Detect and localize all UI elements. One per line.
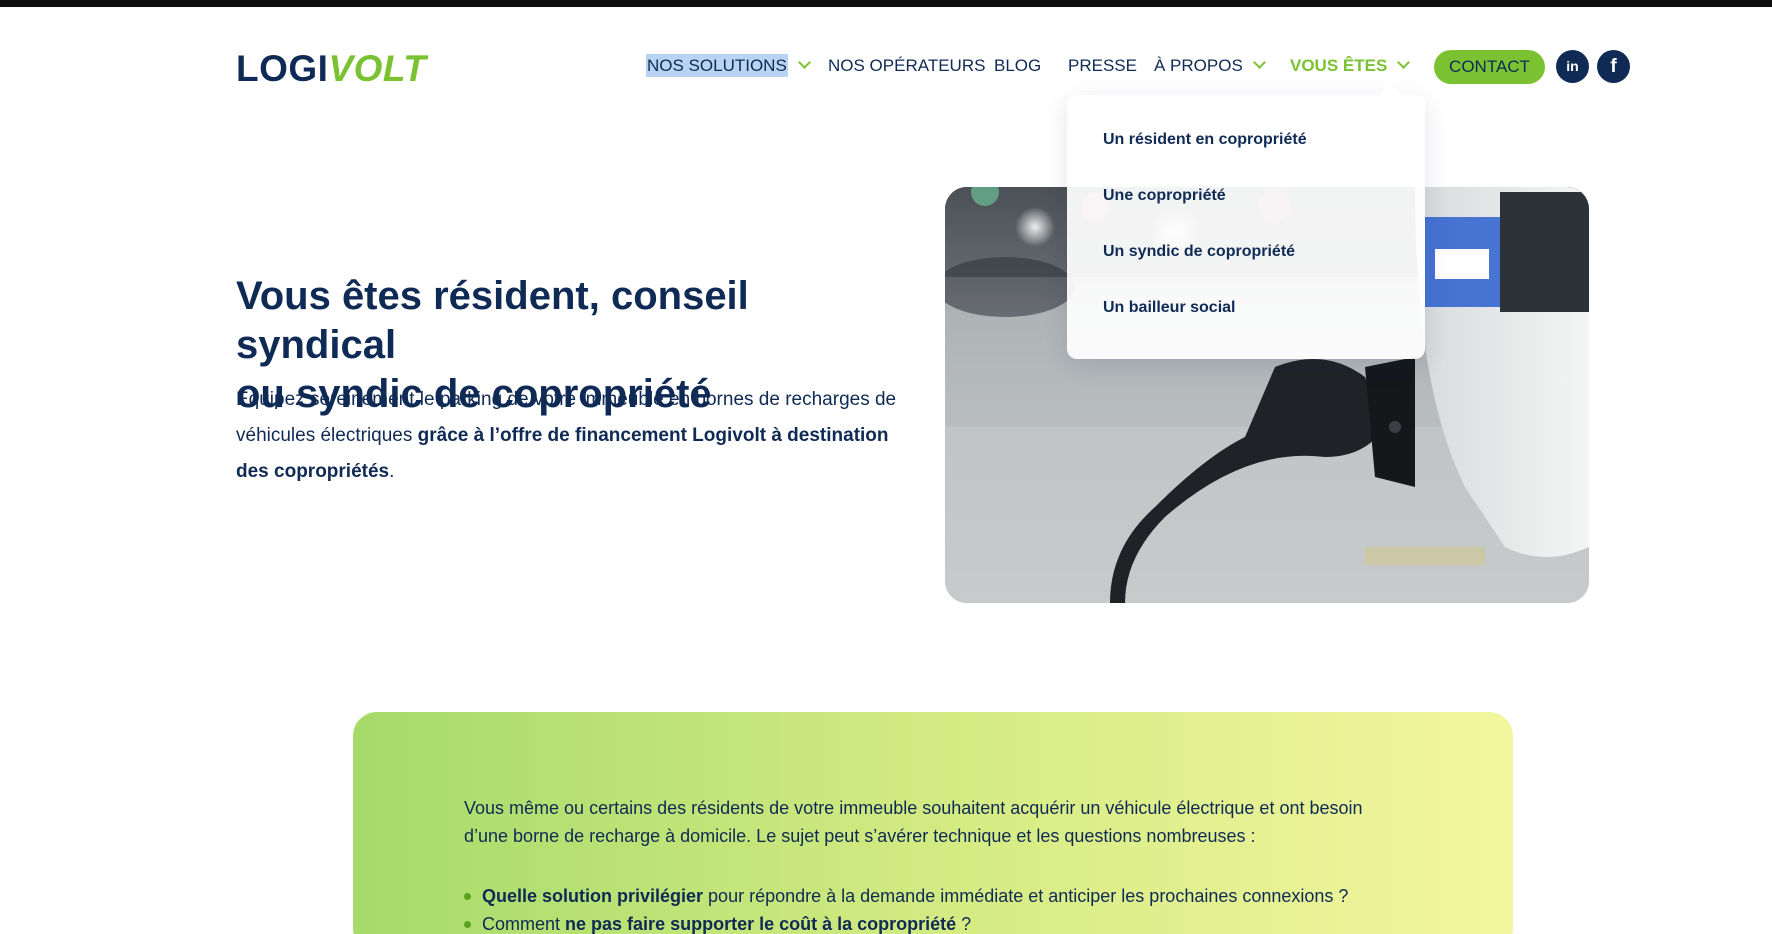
nav-item-nos-operateurs[interactable]: NOS OPÉRATEURS <box>828 52 985 80</box>
hero-description: Équipez sereinement le parking de votre … <box>236 389 897 482</box>
nav-item-vous-etes[interactable]: VOUS ÊTES <box>1290 52 1411 80</box>
linkedin-icon[interactable]: in <box>1556 50 1589 83</box>
info-block: Vous même ou certains des résidents de v… <box>353 712 1513 934</box>
dropdown-item-resident[interactable]: Un résident en copropriété <box>1103 131 1307 149</box>
vous-etes-dropdown: Un résident en copropriété Une coproprié… <box>1067 95 1425 359</box>
dropdown-item-copropriete[interactable]: Une copropriété <box>1103 187 1226 205</box>
nav-item-presse[interactable]: PRESSE <box>1068 52 1137 80</box>
contact-button[interactable]: CONTACT <box>1434 50 1545 84</box>
nav-item-blog[interactable]: BLOG <box>994 52 1041 80</box>
info-bullet-1: Quelle solution privilégier pour répondr… <box>464 882 1348 910</box>
nav-item-a-propos[interactable]: À PROPOS <box>1154 52 1266 80</box>
chevron-down-icon <box>797 56 811 69</box>
chevron-down-icon <box>1252 56 1266 69</box>
nav-item-nos-solutions[interactable]: NOS SOLUTIONS <box>646 52 811 80</box>
chevron-down-icon <box>1397 56 1411 69</box>
logivolt-logo[interactable]: LOGIVOLT <box>236 50 426 87</box>
info-bullet-2: Comment ne pas faire supporter le coût à… <box>464 910 971 934</box>
dropdown-item-syndic[interactable]: Un syndic de copropriété <box>1103 243 1295 261</box>
bullet-icon <box>464 893 471 900</box>
browser-top-bar <box>0 0 1772 7</box>
bullet-icon <box>464 921 471 928</box>
info-paragraph: Vous même ou certains des résidents de v… <box>464 798 1363 846</box>
dropdown-item-bailleur[interactable]: Un bailleur social <box>1103 299 1235 317</box>
facebook-icon[interactable]: f <box>1597 50 1630 83</box>
